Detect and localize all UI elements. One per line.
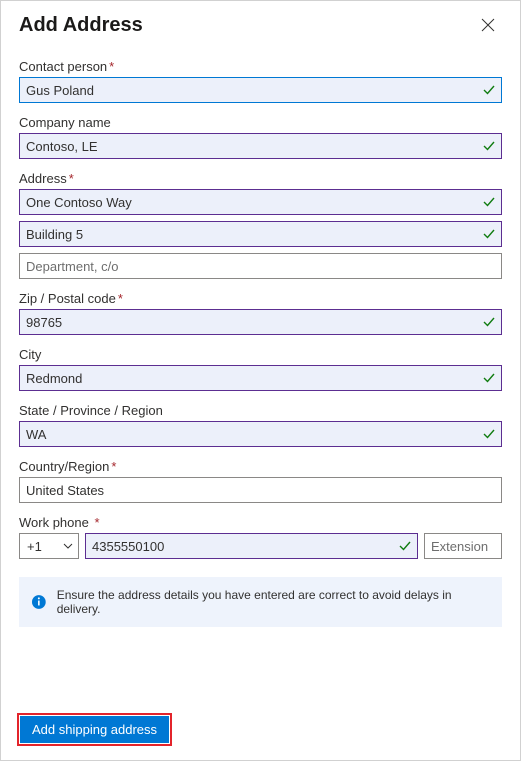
field-city: City <box>19 347 502 391</box>
address-line1-input[interactable] <box>19 189 502 215</box>
field-address: Address* <box>19 171 502 279</box>
info-text: Ensure the address details you have ente… <box>57 588 490 616</box>
country-code-select[interactable]: +1 <box>19 533 79 559</box>
label-text: State / Province / Region <box>19 403 163 418</box>
required-mark: * <box>69 171 74 186</box>
info-message-box: Ensure the address details you have ente… <box>19 577 502 627</box>
required-mark: * <box>91 515 100 530</box>
panel-header: Add Address <box>1 1 520 39</box>
country-code-value: +1 <box>27 539 42 554</box>
form-body: Contact person* Company name Address* <box>1 39 520 637</box>
label-city: City <box>19 347 502 362</box>
label-address: Address* <box>19 171 502 186</box>
required-mark: * <box>118 291 123 306</box>
label-phone: Work phone * <box>19 515 502 530</box>
phone-extension-input[interactable] <box>424 533 502 559</box>
label-country: Country/Region* <box>19 459 502 474</box>
field-state: State / Province / Region <box>19 403 502 447</box>
field-company: Company name <box>19 115 502 159</box>
tutorial-highlight: Add shipping address <box>17 713 172 746</box>
label-text: Zip / Postal code <box>19 291 116 306</box>
close-button[interactable] <box>474 11 502 39</box>
label-state: State / Province / Region <box>19 403 502 418</box>
required-mark: * <box>111 459 116 474</box>
label-text: Country/Region <box>19 459 109 474</box>
panel-title: Add Address <box>19 14 143 37</box>
contact-person-input[interactable] <box>19 77 502 103</box>
label-text: Contact person <box>19 59 107 74</box>
city-input[interactable] <box>19 365 502 391</box>
panel-footer: Add shipping address <box>1 703 520 760</box>
info-icon <box>31 594 47 610</box>
phone-number-input[interactable] <box>85 533 418 559</box>
label-text: Work phone <box>19 515 89 530</box>
add-shipping-address-button[interactable]: Add shipping address <box>20 716 169 743</box>
label-text: Company name <box>19 115 111 130</box>
label-zip: Zip / Postal code* <box>19 291 502 306</box>
label-text: City <box>19 347 41 362</box>
required-mark: * <box>109 59 114 74</box>
country-input[interactable] <box>19 477 502 503</box>
chevron-down-icon <box>63 541 73 551</box>
field-country: Country/Region* <box>19 459 502 503</box>
field-phone: Work phone * +1 <box>19 515 502 559</box>
state-input[interactable] <box>19 421 502 447</box>
close-icon <box>481 18 495 32</box>
zip-input[interactable] <box>19 309 502 335</box>
add-address-panel: Add Address Contact person* Company name <box>0 0 521 761</box>
label-company: Company name <box>19 115 502 130</box>
label-contact-person: Contact person* <box>19 59 502 74</box>
field-zip: Zip / Postal code* <box>19 291 502 335</box>
label-text: Address <box>19 171 67 186</box>
address-line2-input[interactable] <box>19 221 502 247</box>
address-line3-input[interactable] <box>19 253 502 279</box>
field-contact-person: Contact person* <box>19 59 502 103</box>
company-input[interactable] <box>19 133 502 159</box>
